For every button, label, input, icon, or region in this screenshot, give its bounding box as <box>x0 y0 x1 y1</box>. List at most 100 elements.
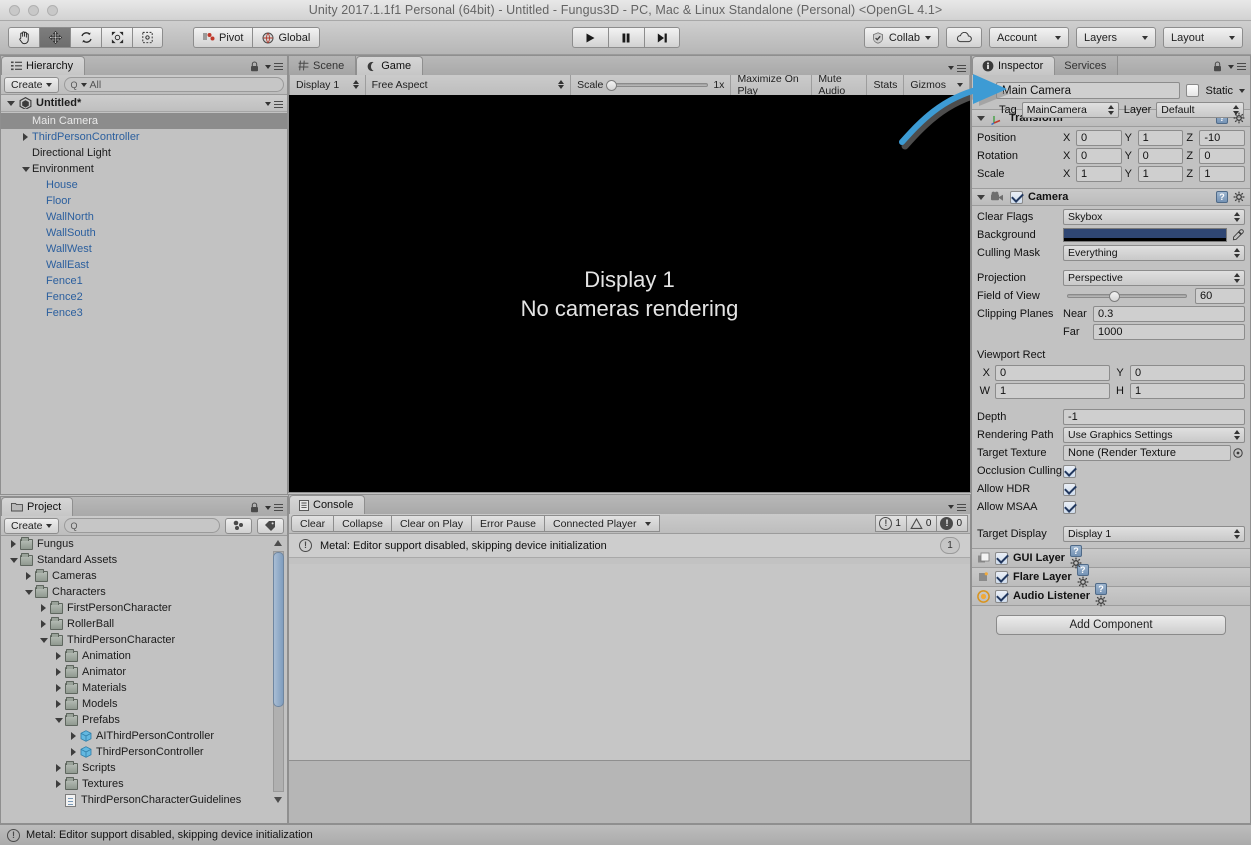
position-y-input[interactable]: 1 <box>1137 130 1184 146</box>
expand-arrow-icon[interactable] <box>52 684 65 692</box>
pause-button[interactable] <box>607 27 644 48</box>
component-enabled-checkbox[interactable] <box>995 589 1008 603</box>
expand-arrow-icon[interactable] <box>7 540 20 548</box>
depth-input[interactable]: -1 <box>1063 409 1245 425</box>
hierarchy-item[interactable]: WallWest <box>1 241 287 257</box>
viewport-x-input[interactable]: 0 <box>995 365 1110 381</box>
panel-menu-icon[interactable] <box>274 503 283 512</box>
expand-arrow-icon[interactable] <box>977 194 985 200</box>
rect-tool-button[interactable] <box>132 27 163 48</box>
hierarchy-item[interactable]: ThirdPersonController <box>1 129 287 145</box>
tab-project[interactable]: Project <box>1 497 74 516</box>
gizmos-dropdown[interactable]: Gizmos <box>904 74 970 95</box>
scale-x-input[interactable]: 1 <box>1076 166 1122 182</box>
help-icon[interactable]: ? <box>1216 191 1228 203</box>
panel-menu-icon[interactable] <box>1237 62 1246 71</box>
console-warning-counter[interactable]: 0 <box>905 515 938 532</box>
tab-scene[interactable]: Scene <box>289 56 357 75</box>
hierarchy-item[interactable]: Main Camera <box>1 113 287 129</box>
hierarchy-item[interactable]: WallNorth <box>1 209 287 225</box>
hierarchy-item[interactable]: Environment <box>1 161 287 177</box>
project-item[interactable]: Models <box>1 696 287 712</box>
rotation-y-input[interactable]: 0 <box>1137 148 1184 164</box>
project-scrollbar[interactable] <box>272 538 285 805</box>
add-component-button[interactable]: Add Component <box>996 615 1226 635</box>
component-header[interactable]: Flare Layer? <box>972 563 1250 588</box>
slider-knob[interactable] <box>606 79 618 91</box>
scroll-down-arrow-icon[interactable] <box>274 797 282 803</box>
help-icon[interactable]: ? <box>1095 582 1108 595</box>
gear-icon[interactable] <box>1070 557 1082 569</box>
scroll-up-arrow-icon[interactable] <box>274 540 282 546</box>
allow-hdr-checkbox[interactable] <box>1063 482 1076 496</box>
console-error-counter[interactable]: ! 0 <box>936 515 968 532</box>
expand-arrow-icon[interactable] <box>52 780 65 788</box>
pivot-toggle-button[interactable]: Pivot <box>193 27 253 48</box>
project-item[interactable]: FirstPersonCharacter <box>1 600 287 616</box>
expand-arrow-icon[interactable] <box>52 764 65 772</box>
console-detail-pane[interactable] <box>289 760 970 823</box>
expand-arrow-icon[interactable] <box>22 572 35 580</box>
component-enabled-checkbox[interactable] <box>995 551 1008 565</box>
scale-tool-button[interactable] <box>101 27 132 48</box>
expand-arrow-icon[interactable] <box>52 652 65 660</box>
maximize-on-play-toggle[interactable]: Maximize On Play <box>731 73 813 97</box>
hierarchy-item[interactable]: Directional Light <box>1 145 287 161</box>
console-collapse-toggle[interactable]: Collapse <box>333 515 392 532</box>
console-tab-menu[interactable] <box>948 503 966 511</box>
near-input[interactable]: 0.3 <box>1093 306 1245 322</box>
position-z-input[interactable]: -10 <box>1199 130 1246 146</box>
project-filter-by-label-button[interactable] <box>257 517 284 534</box>
occlusion-culling-checkbox[interactable] <box>1063 464 1076 478</box>
project-item[interactable]: Materials <box>1 680 287 696</box>
panel-menu-icon[interactable] <box>957 503 966 511</box>
hierarchy-scene-root[interactable]: Untitled* <box>1 95 287 112</box>
expand-arrow-icon[interactable] <box>19 133 32 141</box>
gear-icon[interactable] <box>1077 576 1089 588</box>
camera-component-header[interactable]: Camera ? <box>972 188 1250 206</box>
object-picker-icon[interactable] <box>1231 448 1245 458</box>
expand-arrow-icon[interactable] <box>37 604 50 612</box>
stats-toggle[interactable]: Stats <box>867 74 905 95</box>
tab-console[interactable]: Console <box>289 495 366 514</box>
project-search-input[interactable]: Q <box>63 518 220 533</box>
project-item[interactable]: Fungus <box>1 536 287 552</box>
expand-arrow-icon[interactable] <box>52 700 65 708</box>
cloud-services-button[interactable] <box>946 27 982 48</box>
move-tool-button[interactable] <box>39 27 70 48</box>
camera-enabled-checkbox[interactable] <box>1010 190 1023 204</box>
hierarchy-item[interactable]: WallEast <box>1 257 287 273</box>
chevron-down-icon[interactable] <box>1239 88 1245 93</box>
component-tools[interactable]: ? <box>1095 582 1108 610</box>
layers-dropdown[interactable]: Layers <box>1076 27 1156 48</box>
fov-slider[interactable] <box>1067 291 1187 302</box>
project-item[interactable]: Standard Assets <box>1 552 287 568</box>
scale-y-input[interactable]: 1 <box>1137 166 1184 182</box>
help-icon[interactable]: ? <box>1069 544 1082 557</box>
project-item[interactable]: Scripts <box>1 760 287 776</box>
console-message-row[interactable]: ! Metal: Editor support disabled, skippi… <box>289 534 970 558</box>
project-item[interactable]: Animation <box>1 648 287 664</box>
collab-button[interactable]: Collab <box>863 27 939 48</box>
component-enabled-checkbox[interactable] <box>995 570 1008 584</box>
tab-game[interactable]: Game <box>356 56 424 75</box>
project-item[interactable]: ThirdPersonCharacter <box>1 632 287 648</box>
inspector-tab-menu[interactable] <box>1213 61 1246 72</box>
panel-menu-icon[interactable] <box>957 64 966 72</box>
far-input[interactable]: 1000 <box>1093 324 1245 340</box>
viewport-w-input[interactable]: 1 <box>995 383 1110 399</box>
expand-arrow-icon[interactable] <box>52 668 65 676</box>
project-item[interactable]: Textures <box>1 776 287 792</box>
status-bar[interactable]: ! Metal: Editor support disabled, skippi… <box>0 824 1251 845</box>
gear-icon[interactable] <box>1095 595 1107 607</box>
layer-dropdown[interactable]: Default <box>1156 102 1245 118</box>
project-item[interactable]: RollerBall <box>1 616 287 632</box>
hierarchy-item[interactable]: Floor <box>1 193 287 209</box>
project-tab-menu[interactable] <box>250 502 283 513</box>
culling-mask-dropdown[interactable]: Everything <box>1063 245 1245 261</box>
expand-arrow-icon[interactable] <box>7 100 15 106</box>
game-scale-slider[interactable] <box>606 79 709 91</box>
scale-z-input[interactable]: 1 <box>1199 166 1246 182</box>
project-filter-by-type-button[interactable] <box>225 517 252 534</box>
rotation-x-input[interactable]: 0 <box>1076 148 1122 164</box>
